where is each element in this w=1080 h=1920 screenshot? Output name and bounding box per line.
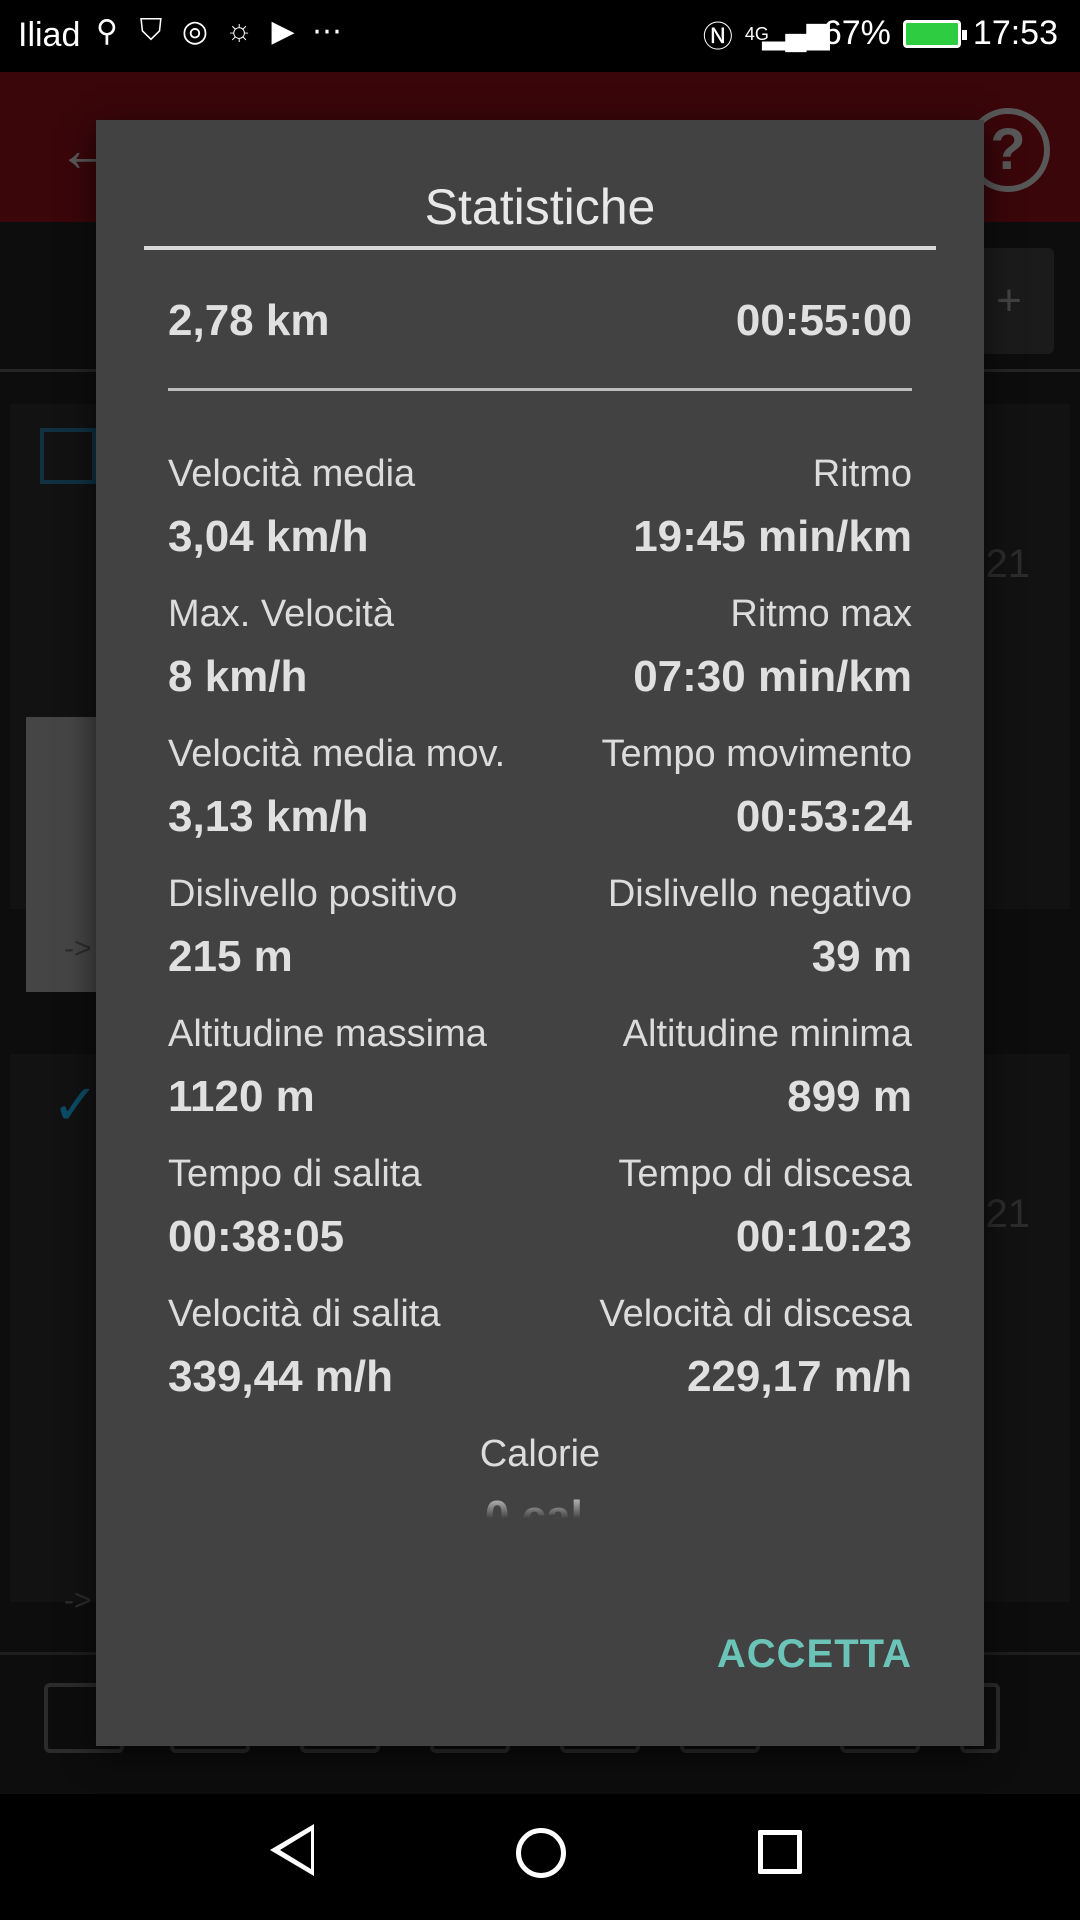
- stat-value: 00:53:24: [735, 792, 912, 841]
- stat-value: 07:30 min/km: [633, 652, 912, 701]
- scroll-fade: [168, 1492, 912, 1536]
- battery-icon: [902, 19, 967, 48]
- stat-value: 19:45 min/km: [633, 512, 912, 561]
- stat-label: Max. Velocità: [168, 593, 394, 635]
- stat-value: 8 km/h: [168, 652, 308, 701]
- stat-item: Tempo di discesa 00:10:23: [618, 1150, 912, 1266]
- stats-list: Velocità media 3,04 km/h Ritmo 19:45 min…: [168, 450, 912, 1570]
- stat-value: 3,13 km/h: [168, 792, 369, 841]
- brightness-icon: ☼: [225, 14, 253, 47]
- stat-item: Velocità media 3,04 km/h: [168, 450, 415, 566]
- chrome-icon: ◎: [181, 14, 209, 48]
- signal-icon: ▂▄▆: [762, 17, 830, 50]
- shield-icon: ⛉: [139, 14, 163, 47]
- stat-row: Dislivello positivo 215 m Dislivello neg…: [168, 870, 912, 1010]
- nav-back-icon-inner: [280, 1831, 311, 1869]
- stat-item: Ritmo 19:45 min/km: [633, 450, 912, 566]
- accept-button[interactable]: ACCETTA: [717, 1632, 912, 1677]
- stat-label: Velocità di salita: [168, 1293, 441, 1335]
- stat-item: Altitudine massima 1120 m: [168, 1010, 487, 1126]
- stat-label: Ritmo: [812, 453, 912, 495]
- stat-item: Altitudine minima 899 m: [623, 1010, 912, 1126]
- stat-label: Velocità media: [168, 453, 416, 495]
- stat-row: Altitudine massima 1120 m Altitudine min…: [168, 1010, 912, 1150]
- youtube-icon: ▶: [271, 14, 295, 48]
- stat-item: Ritmo max 07:30 min/km: [633, 590, 912, 706]
- usb-icon: ⚲: [96, 14, 118, 48]
- stat-label: Velocità media mov.: [168, 733, 506, 775]
- stat-value: 229,17 m/h: [686, 1352, 912, 1401]
- stat-label: Dislivello negativo: [607, 873, 912, 915]
- summary-divider: [168, 388, 912, 391]
- stat-label: Altitudine massima: [168, 1013, 487, 1055]
- stat-value: 1120 m: [168, 1072, 315, 1121]
- stat-item: Velocità di salita 339,44 m/h: [168, 1290, 441, 1406]
- stat-row: Max. Velocità 8 km/h Ritmo max 07:30 min…: [168, 590, 912, 730]
- stat-row: Velocità media mov. 3,13 km/h Tempo movi…: [168, 730, 912, 870]
- stat-row: Tempo di salita 00:38:05 Tempo di disces…: [168, 1150, 912, 1290]
- navigation-bar: [0, 1794, 1080, 1920]
- total-distance: 2,78 km: [168, 296, 330, 345]
- stat-label: Ritmo max: [730, 593, 912, 635]
- stat-label: Velocità di discesa: [599, 1293, 912, 1335]
- stat-item: Tempo di salita 00:38:05: [168, 1150, 421, 1266]
- stat-label: Tempo movimento: [601, 733, 912, 775]
- stat-value: 899 m: [787, 1072, 912, 1121]
- stat-value: 39 m: [811, 932, 912, 981]
- stat-row: Velocità media 3,04 km/h Ritmo 19:45 min…: [168, 450, 912, 590]
- stat-label: Altitudine minima: [622, 1013, 912, 1055]
- stat-item: Dislivello positivo 215 m: [168, 870, 457, 986]
- more-icon: ⋯: [312, 14, 342, 48]
- carrier-name: Iliad: [18, 16, 81, 54]
- nav-home-icon[interactable]: [516, 1828, 566, 1878]
- title-divider: [144, 246, 936, 250]
- nfc-icon: Ⓝ: [702, 20, 733, 54]
- stat-item: Velocità media mov. 3,13 km/h: [168, 730, 505, 846]
- clock: 17:53: [972, 14, 1058, 52]
- calories-label: Calorie: [479, 1433, 601, 1475]
- stat-label: Dislivello positivo: [168, 873, 458, 915]
- stat-value: 00:38:05: [168, 1212, 345, 1261]
- status-bar: Iliad ⚲ ⛉ ◎ ☼ ▶ ⋯ Ⓝ 4G ▂▄▆ 67% 17:53: [0, 0, 1080, 72]
- stat-value: 00:10:23: [735, 1212, 912, 1261]
- stat-value: 3,04 km/h: [168, 512, 369, 561]
- notification-icons: ⚲ ⛉ ◎ ☼ ▶ ⋯: [92, 14, 342, 48]
- stat-label: Tempo di salita: [168, 1153, 422, 1195]
- stat-item: Max. Velocità 8 km/h: [168, 590, 394, 706]
- statistics-dialog: Statistiche 2,78 km 00:55:00 Velocità me…: [96, 120, 984, 1746]
- stat-value: 215 m: [168, 932, 293, 981]
- stat-item: Velocità di discesa 229,17 m/h: [599, 1290, 912, 1406]
- stat-label: Tempo di discesa: [618, 1153, 912, 1195]
- summary-row: 2,78 km 00:55:00: [168, 296, 912, 356]
- stat-value: 339,44 m/h: [168, 1352, 394, 1401]
- stat-item: Dislivello negativo 39 m: [608, 870, 912, 986]
- stat-row: Velocità di salita 339,44 m/h Velocità d…: [168, 1290, 912, 1430]
- nav-recents-icon[interactable]: [758, 1830, 802, 1874]
- battery-percent: 67%: [822, 14, 891, 52]
- stat-item: Tempo movimento 00:53:24: [602, 730, 912, 846]
- total-duration: 00:55:00: [735, 296, 912, 345]
- dialog-title: Statistiche: [424, 179, 656, 235]
